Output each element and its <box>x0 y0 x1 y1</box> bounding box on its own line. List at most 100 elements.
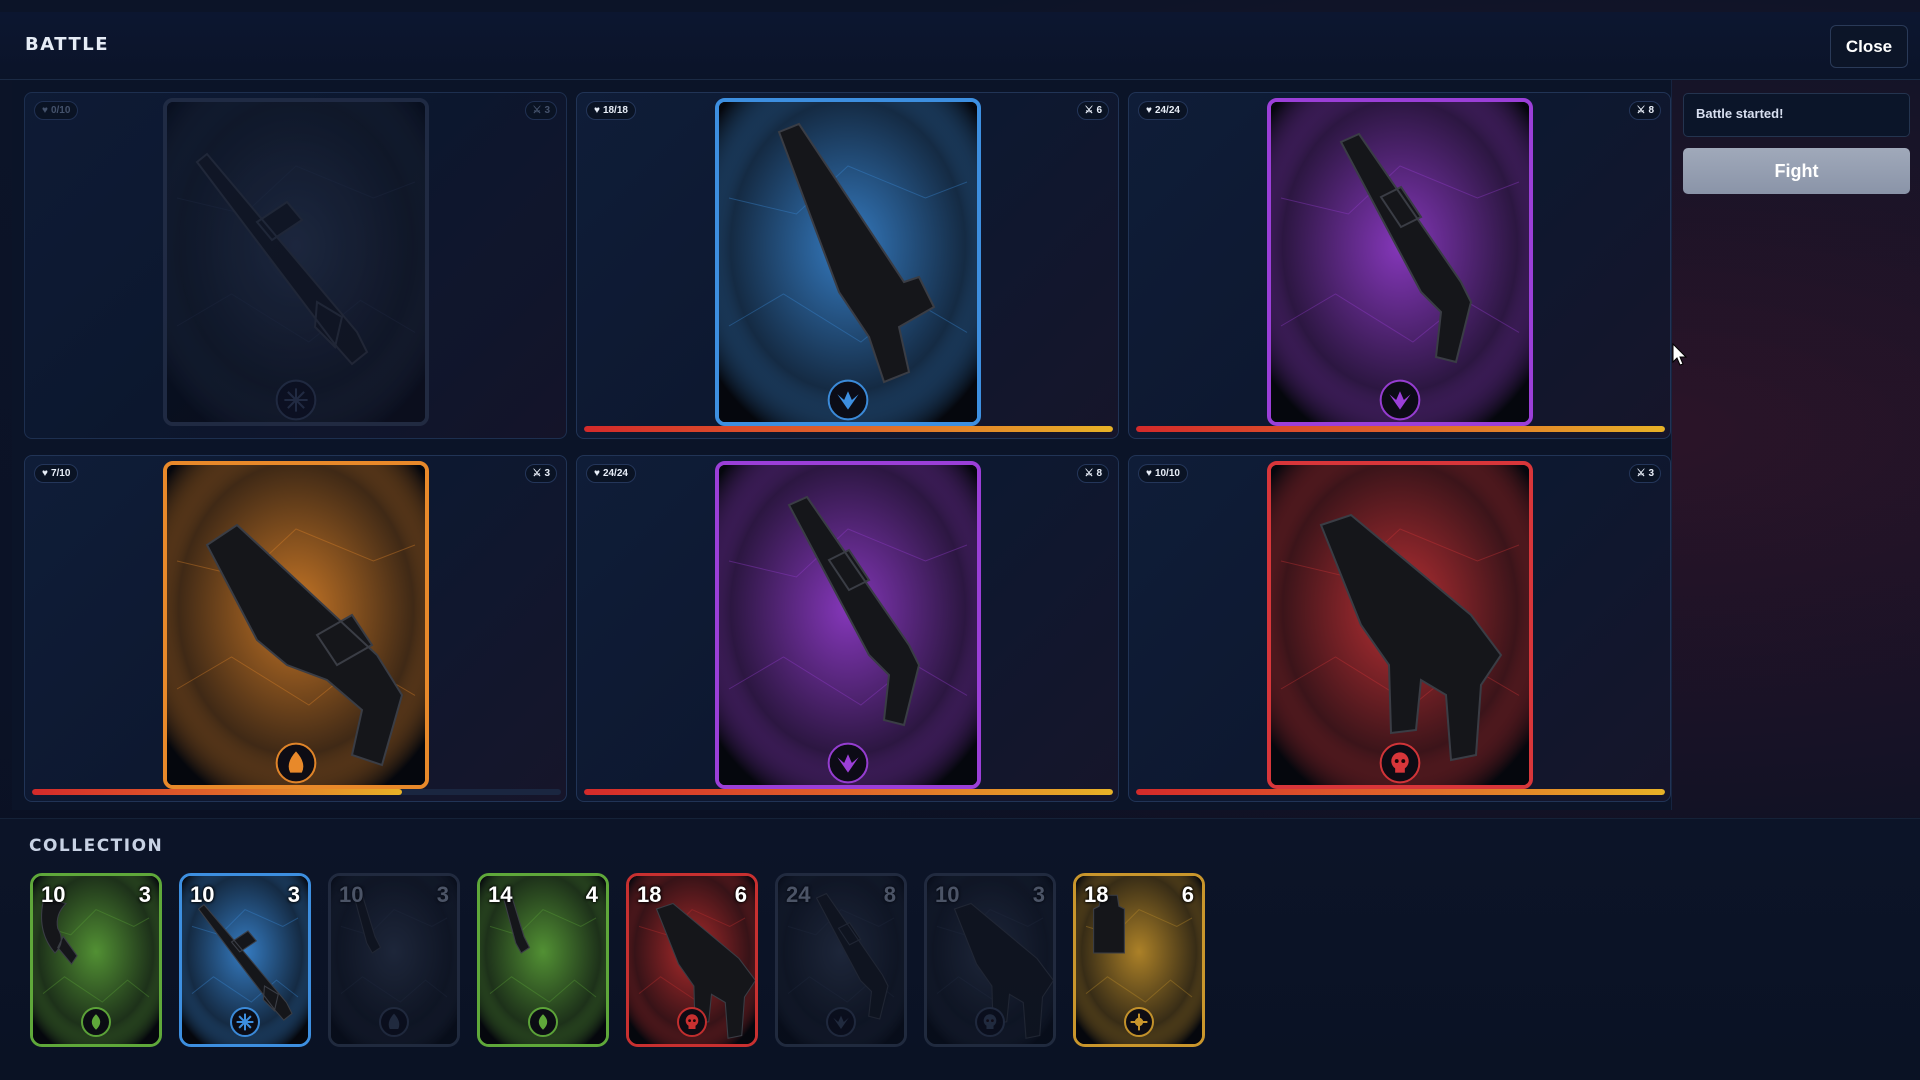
attack-badge: ⚔ 3 <box>525 101 557 120</box>
card-attack: 6 <box>734 882 747 907</box>
attack-value: 3 <box>1648 468 1654 479</box>
card-hp: 10 <box>339 882 364 907</box>
wing-emblem-icon <box>1379 379 1421 421</box>
hp-value: 24/24 <box>1154 105 1180 116</box>
attack-value: 3 <box>544 105 550 116</box>
hp-value: 7/10 <box>50 468 71 479</box>
collection-card[interactable]: 18 6 <box>1073 873 1205 1047</box>
snowflake-icon <box>230 1007 260 1037</box>
page-title: BATTLE <box>25 34 109 55</box>
weapon-card <box>163 98 429 426</box>
flame-icon <box>275 742 317 784</box>
card-attack: 8 <box>883 882 896 907</box>
skull-icon <box>975 1007 1005 1037</box>
hp-value: 24/24 <box>602 468 628 479</box>
card-attack: 3 <box>138 882 151 907</box>
card-attack: 4 <box>585 882 598 907</box>
hp-bar <box>584 426 1113 432</box>
crossed-swords-icon: ⚔ <box>532 468 542 479</box>
collection-card[interactable]: 10 3 <box>30 873 162 1047</box>
fight-button[interactable]: Fight <box>1683 148 1910 194</box>
battle-screen: BATTLE Close ♥ 0/10 ⚔ 3 ♥ 18/18 ⚔ 6 ♥ 24… <box>0 0 1920 1080</box>
wing-emblem-icon <box>826 1007 856 1037</box>
battle-slot[interactable]: ♥ 24/24 ⚔ 8 <box>576 455 1119 802</box>
card-hp: 10 <box>190 882 215 907</box>
card-attack: 3 <box>287 882 300 907</box>
collection-card[interactable]: 24 8 <box>775 873 907 1047</box>
card-attack: 3 <box>1032 882 1045 907</box>
hp-bar <box>1136 426 1665 432</box>
card-hp: 14 <box>488 882 513 907</box>
battle-slot[interactable]: ♥ 7/10 ⚔ 3 <box>24 455 567 802</box>
hp-bar <box>584 789 1113 795</box>
leaf-icon <box>81 1007 111 1037</box>
top-bar: BATTLE Close <box>0 12 1920 80</box>
heart-icon: ♥ <box>1146 468 1152 479</box>
card-hp: 18 <box>637 882 662 907</box>
hp-badge: ♥ 24/24 <box>586 464 636 483</box>
card-attack: 6 <box>1181 882 1194 907</box>
card-attack: 3 <box>436 882 449 907</box>
hp-bar-fill <box>584 789 1113 795</box>
hp-value: 0/10 <box>50 105 71 116</box>
leaf-icon <box>528 1007 558 1037</box>
heart-icon: ♥ <box>594 468 600 479</box>
hp-badge: ♥ 7/10 <box>34 464 79 483</box>
crossed-swords-icon: ⚔ <box>1084 468 1094 479</box>
attack-badge: ⚔ 3 <box>1629 464 1661 483</box>
hp-badge: ♥ 10/10 <box>1138 464 1188 483</box>
flame-icon <box>379 1007 409 1037</box>
hp-badge: ♥ 0/10 <box>34 101 79 120</box>
weapon-card <box>715 98 981 426</box>
attack-badge: ⚔ 8 <box>1077 464 1109 483</box>
collection-card[interactable]: 10 3 <box>179 873 311 1047</box>
hp-bar <box>1136 789 1665 795</box>
card-hp: 18 <box>1084 882 1109 907</box>
attack-value: 8 <box>1648 105 1654 116</box>
skull-icon <box>677 1007 707 1037</box>
collection-card[interactable]: 10 3 <box>924 873 1056 1047</box>
collection-card[interactable]: 10 3 <box>328 873 460 1047</box>
hp-badge: ♥ 24/24 <box>1138 101 1188 120</box>
heart-icon: ♥ <box>1146 105 1152 116</box>
attack-badge: ⚔ 6 <box>1077 101 1109 120</box>
weapon-card <box>1267 98 1533 426</box>
crossed-swords-icon: ⚔ <box>1636 468 1646 479</box>
weapon-card <box>1267 461 1533 789</box>
crossed-swords-icon: ⚔ <box>1084 105 1094 116</box>
battle-log: Battle started! <box>1683 93 1910 137</box>
attack-badge: ⚔ 8 <box>1629 101 1661 120</box>
collection-card[interactable]: 14 4 <box>477 873 609 1047</box>
attack-value: 3 <box>544 468 550 479</box>
heart-icon: ♥ <box>42 105 48 116</box>
card-hp: 24 <box>786 882 811 907</box>
weapon-card <box>163 461 429 789</box>
hp-bar-fill <box>1136 789 1665 795</box>
collection-card[interactable]: 18 6 <box>626 873 758 1047</box>
battle-board: ♥ 0/10 ⚔ 3 ♥ 18/18 ⚔ 6 ♥ 24/24 ⚔ 8 ♥ 7/1… <box>12 80 1672 810</box>
hp-bar-fill <box>1136 426 1665 432</box>
heart-icon: ♥ <box>594 105 600 116</box>
snowflake-icon <box>275 379 317 421</box>
skull-icon <box>1379 742 1421 784</box>
sun-icon <box>1124 1007 1154 1037</box>
hp-bar-fill <box>584 426 1113 432</box>
hp-value: 10/10 <box>1154 468 1180 479</box>
battle-slot[interactable]: ♥ 18/18 ⚔ 6 <box>576 92 1119 439</box>
battle-slot[interactable]: ♥ 10/10 ⚔ 3 <box>1128 455 1671 802</box>
hp-value: 18/18 <box>602 105 628 116</box>
weapon-card <box>715 461 981 789</box>
attack-badge: ⚔ 3 <box>525 464 557 483</box>
collection-title: COLLECTION <box>29 836 164 856</box>
crossed-swords-icon: ⚔ <box>532 105 542 116</box>
wing-emblem-icon <box>827 379 869 421</box>
battle-slot[interactable]: ♥ 24/24 ⚔ 8 <box>1128 92 1671 439</box>
mouse-cursor-icon <box>1672 343 1688 366</box>
wing-emblem-icon <box>827 742 869 784</box>
battle-slot[interactable]: ♥ 0/10 ⚔ 3 <box>24 92 567 439</box>
battle-sidebar: Battle started! Fight <box>1683 93 1910 194</box>
hp-bar-fill <box>32 789 403 795</box>
close-button[interactable]: Close <box>1830 25 1908 68</box>
hp-bar <box>32 789 561 795</box>
heart-icon: ♥ <box>42 468 48 479</box>
